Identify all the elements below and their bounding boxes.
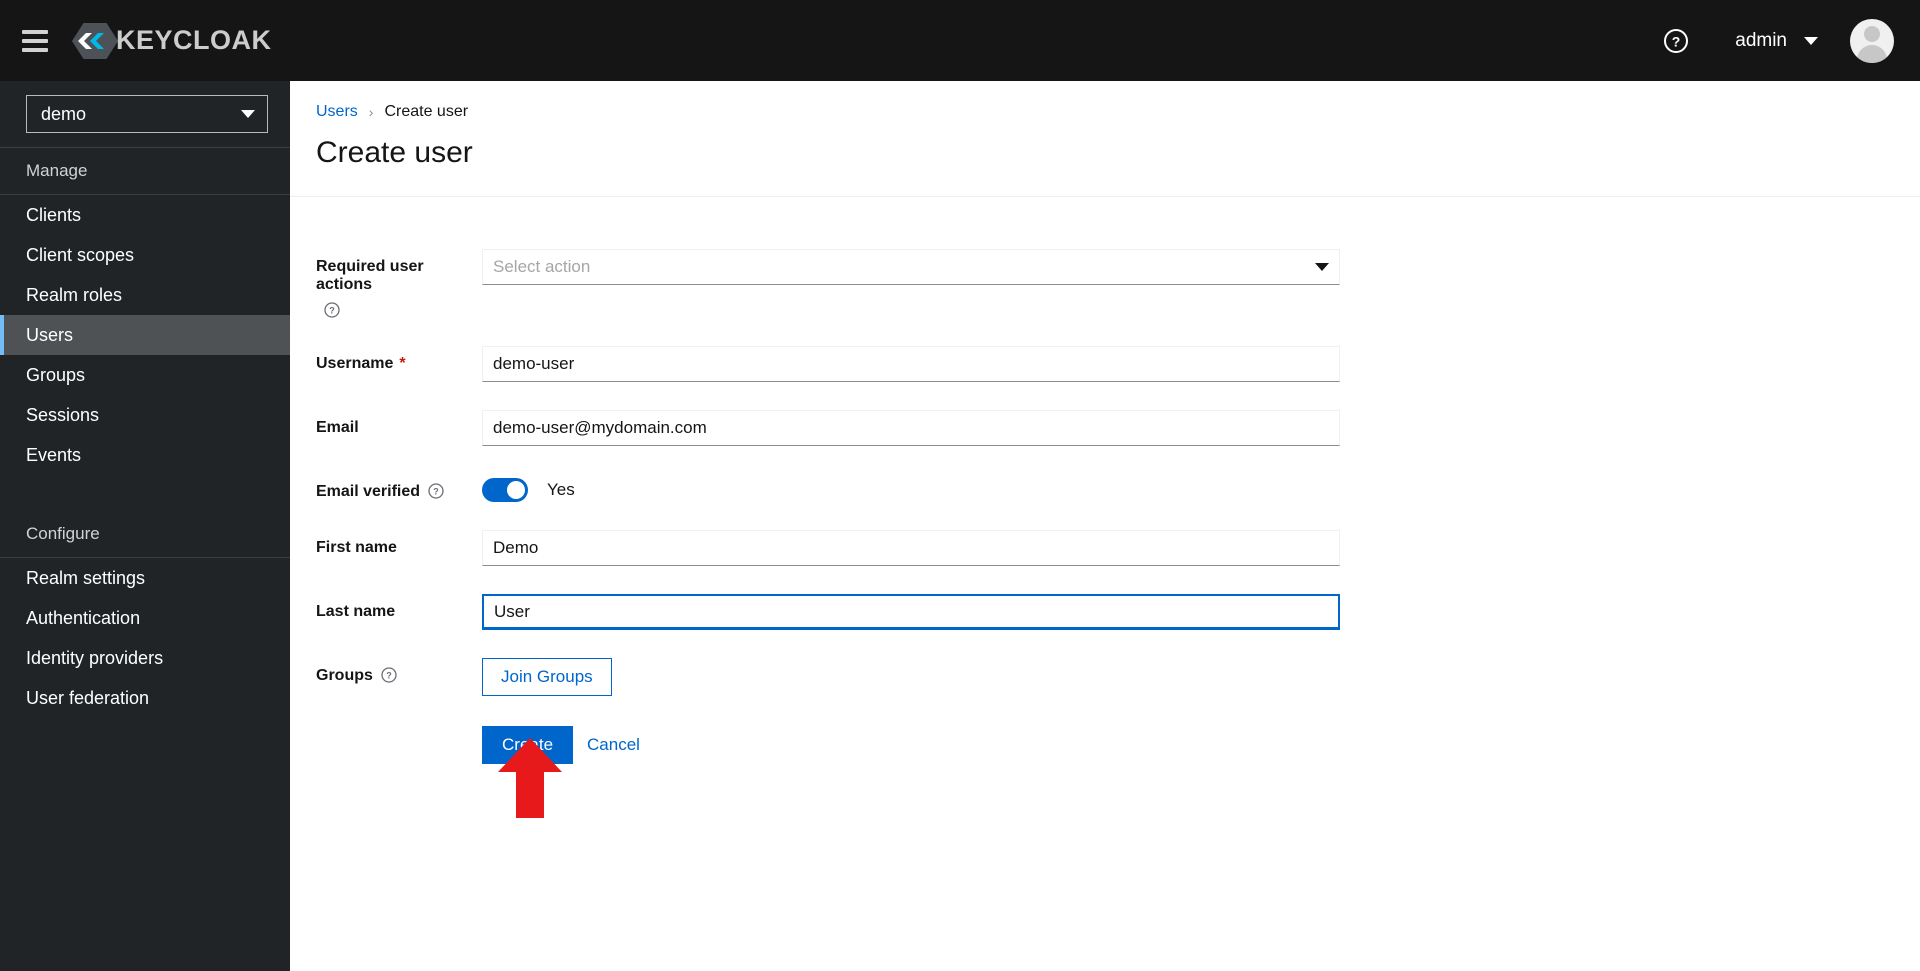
realm-selector[interactable]: demo [26, 95, 268, 133]
control-groups: Join Groups [482, 658, 1340, 696]
sidebar-item-clients[interactable]: Clients [0, 195, 290, 235]
chevron-down-icon [1804, 36, 1818, 45]
form-row-last-name: Last name [316, 594, 1920, 630]
label-text: Groups [316, 667, 373, 684]
control-last-name [482, 594, 1340, 630]
keycloak-admin-console: KEYCLOAK ? admin demo Manage Clients Cli… [0, 0, 1920, 971]
brand-logo-link[interactable]: KEYCLOAK [72, 0, 272, 81]
label-email-verified: Email verified ? [316, 474, 482, 501]
required-marker: * [399, 355, 406, 372]
masthead: KEYCLOAK ? admin [0, 0, 1920, 81]
form-row-username: Username * [316, 346, 1920, 382]
masthead-toolbar: ? admin [1655, 0, 1920, 81]
label-username: Username * [316, 346, 482, 373]
select-placeholder: Select action [493, 257, 591, 276]
page-header: Users › Create user Create user [290, 81, 1920, 196]
username-input[interactable] [482, 346, 1340, 382]
chevron-down-icon [241, 110, 255, 118]
label-text: Last name [316, 603, 396, 620]
control-required-user-actions: Select action [482, 249, 1340, 285]
form-row-required-user-actions: Required user actions ? Select action [316, 249, 1920, 318]
help-circle-glyph: ? [324, 302, 340, 318]
help-circle-glyph: ? [381, 667, 397, 683]
cancel-button[interactable]: Cancel [573, 726, 654, 764]
email-verified-toggle-row: Yes [482, 474, 1340, 502]
label-text: Username [316, 355, 394, 372]
sidebar-item-identity-providers[interactable]: Identity providers [0, 638, 290, 678]
label-text: Required user actions [316, 258, 424, 293]
form-row-email: Email [316, 410, 1920, 446]
label-text: First name [316, 539, 397, 556]
chevron-down-icon [1315, 263, 1329, 271]
help-circle-glyph: ? [428, 483, 444, 499]
label-required-user-actions: Required user actions ? [316, 249, 482, 318]
label-text: Email verified [316, 483, 421, 500]
help-circle-icon[interactable]: ? [381, 667, 397, 683]
sidebar-item-realm-settings[interactable]: Realm settings [0, 558, 290, 598]
help-circle-glyph: ? [1664, 28, 1689, 53]
sidebar-item-groups[interactable]: Groups [0, 355, 290, 395]
user-menu-label: admin [1735, 29, 1787, 51]
sidebar-item-realm-roles[interactable]: Realm roles [0, 275, 290, 315]
svg-text:?: ? [433, 487, 439, 497]
breadcrumb-current: Create user [384, 103, 469, 120]
form-row-groups: Groups ? Join Groups [316, 658, 1920, 696]
form-row-first-name: First name [316, 530, 1920, 566]
hamburger-bar [22, 29, 48, 34]
control-email [482, 410, 1340, 446]
sidebar-item-sessions[interactable]: Sessions [0, 395, 290, 435]
sidebar-item-user-federation[interactable]: User federation [0, 678, 290, 718]
label-email: Email [316, 410, 482, 437]
create-user-form: Required user actions ? Select action Us… [290, 197, 1920, 764]
nav-section-title-configure: Configure [26, 524, 100, 543]
svg-text:?: ? [329, 306, 335, 316]
label-text: Email [316, 419, 359, 436]
control-first-name [482, 530, 1340, 566]
brand-name: KEYCLOAK [116, 25, 272, 55]
help-circle-icon[interactable]: ? [1655, 20, 1697, 62]
up-arrow-annotation [498, 738, 562, 818]
help-circle-icon[interactable]: ? [428, 483, 444, 499]
control-email-verified: Yes [482, 474, 1340, 502]
keycloak-logo-icon [72, 22, 118, 59]
breadcrumb-link-users[interactable]: Users [316, 103, 358, 121]
sidebar-item-authentication[interactable]: Authentication [0, 598, 290, 638]
email-verified-state-label: Yes [547, 480, 575, 499]
control-username [482, 346, 1340, 382]
label-last-name: Last name [316, 594, 482, 621]
label-groups: Groups ? [316, 658, 482, 685]
sidebar-item-users[interactable]: Users [0, 315, 290, 355]
hamburger-icon[interactable] [22, 29, 48, 52]
sidebar: demo Manage Clients Client scopes Realm … [0, 81, 290, 971]
user-menu-toggle[interactable]: admin [1735, 30, 1818, 52]
form-row-email-verified: Email verified ? Yes [316, 474, 1920, 502]
avatar-body [1857, 44, 1887, 63]
page-title: Create user [316, 136, 473, 169]
last-name-input[interactable] [482, 594, 1340, 630]
hamburger-bar [22, 38, 48, 43]
email-verified-toggle[interactable] [482, 478, 528, 502]
breadcrumb-separator-icon: › [368, 104, 374, 120]
join-groups-button[interactable]: Join Groups [482, 658, 612, 696]
svg-text:?: ? [386, 671, 392, 681]
hamburger-bar [22, 47, 48, 52]
realm-selector-value: demo [41, 103, 87, 124]
breadcrumb: Users › Create user [316, 103, 1920, 121]
toggle-knob [507, 481, 525, 499]
first-name-input[interactable] [482, 530, 1340, 566]
email-input[interactable] [482, 410, 1340, 446]
help-circle-icon[interactable]: ? [324, 302, 482, 318]
sidebar-item-events[interactable]: Events [0, 435, 290, 475]
sidebar-item-client-scopes[interactable]: Client scopes [0, 235, 290, 275]
nav-section-title-manage: Manage [26, 161, 88, 180]
realm-selector-wrap: demo [0, 81, 290, 147]
avatar-head [1864, 25, 1880, 42]
label-first-name: First name [316, 530, 482, 557]
required-user-actions-select[interactable]: Select action [482, 249, 1340, 285]
avatar[interactable] [1850, 18, 1894, 63]
svg-text:?: ? [1672, 33, 1681, 49]
main-content: Users › Create user Create user Required… [290, 81, 1920, 971]
